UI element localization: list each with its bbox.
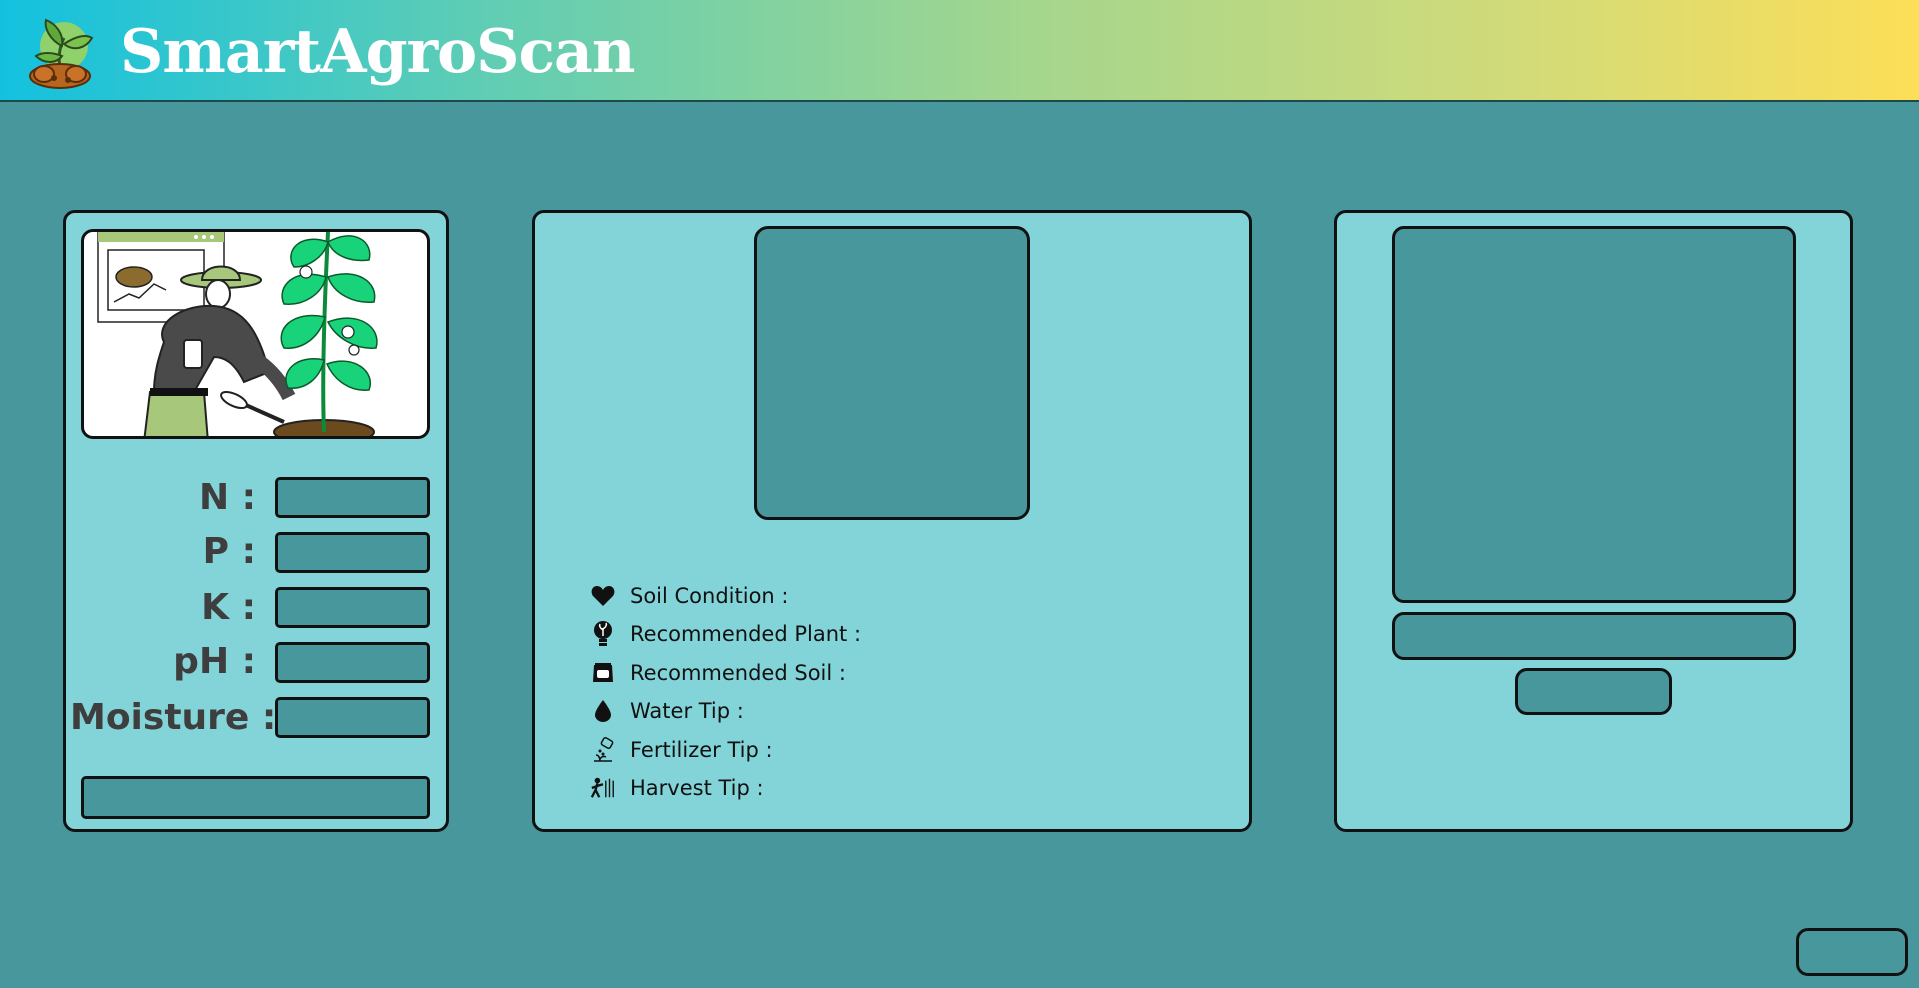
result-image-box <box>754 226 1030 520</box>
p-label: P : <box>202 531 256 572</box>
p-input[interactable] <box>275 532 430 573</box>
app-title: SmartAgroScan <box>120 17 636 87</box>
fertilizer-tip-label: Fertilizer Tip : <box>630 738 773 762</box>
harvest-tip-label: Harvest Tip : <box>630 776 764 800</box>
scan-button[interactable] <box>1515 668 1672 715</box>
footer-button[interactable] <box>1796 928 1908 976</box>
recommended-soil-label: Recommended Soil : <box>630 661 846 685</box>
water-drop-icon <box>590 698 616 724</box>
result-row-recommended-plant: Recommended Plant : <box>590 619 861 649</box>
result-row-harvest-tip: Harvest Tip : <box>590 773 764 803</box>
logo-icon <box>24 16 96 92</box>
result-row-water-tip: Water Tip : <box>590 696 744 726</box>
scan-image-preview <box>1392 226 1796 603</box>
ph-input[interactable] <box>275 642 430 683</box>
recommended-plant-label: Recommended Plant : <box>630 622 862 646</box>
moisture-input[interactable] <box>275 697 430 738</box>
harvest-icon <box>590 775 616 801</box>
n-input[interactable] <box>275 477 430 518</box>
soil-bag-icon <box>590 660 616 686</box>
heart-icon <box>590 583 616 609</box>
water-tip-label: Water Tip : <box>630 699 744 723</box>
lightbulb-plant-icon <box>590 621 616 647</box>
submit-button[interactable] <box>81 776 430 819</box>
farmer-illustration <box>81 229 430 439</box>
result-row-recommended-soil: Recommended Soil : <box>590 658 846 688</box>
ph-label: pH : <box>173 641 256 682</box>
moisture-label: Moisture : <box>70 697 277 738</box>
app-header: SmartAgroScan <box>0 0 1919 102</box>
k-label: K : <box>201 587 256 628</box>
result-row-soil-condition: Soil Condition : <box>590 581 788 611</box>
n-label: N : <box>198 477 256 518</box>
k-input[interactable] <box>275 587 430 628</box>
file-upload-field[interactable] <box>1392 612 1796 660</box>
fertilizer-icon <box>590 737 616 763</box>
soil-condition-label: Soil Condition : <box>630 584 789 608</box>
result-row-fertilizer-tip: Fertilizer Tip : <box>590 735 773 765</box>
